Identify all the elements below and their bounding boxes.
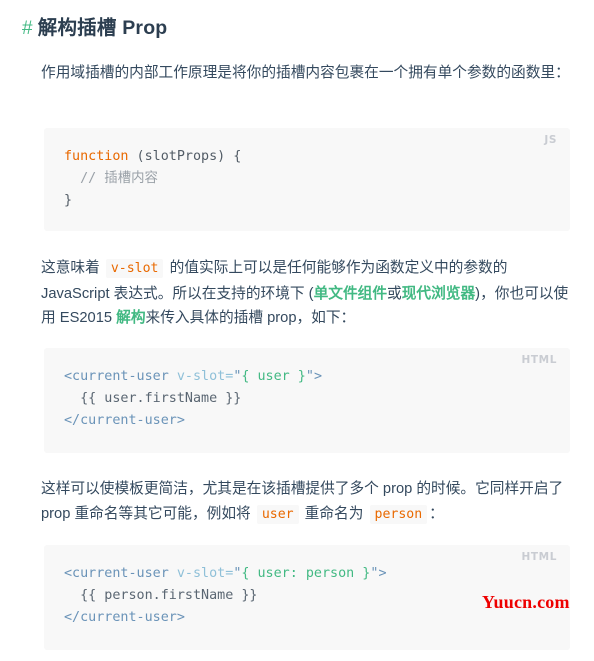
code-block-js: JS function (slotProps) { // 插槽内容 } bbox=[44, 128, 570, 231]
code-token-tag-open: <current-user bbox=[64, 369, 169, 384]
watermark: Yuucn.com bbox=[482, 592, 570, 612]
code-token-attr: v-slot= bbox=[168, 566, 234, 581]
page-title: # 解构插槽 Prop bbox=[22, 14, 167, 43]
code-token-attr: v-slot= bbox=[168, 369, 234, 384]
link-single-file-component[interactable]: 单文件组件 bbox=[314, 286, 387, 302]
heading-anchor-icon[interactable]: # bbox=[22, 18, 33, 39]
inline-code-person: person bbox=[369, 504, 428, 524]
code-lang-label: HTML bbox=[521, 354, 557, 366]
code-token-tag-bracket: > bbox=[313, 369, 322, 384]
code-token-string: { user: person } bbox=[241, 566, 371, 581]
code-lang-label: JS bbox=[544, 134, 557, 146]
paragraph-renaming: 这样可以使模板更简洁，尤其是在该插槽提供了多个 prop 的时候。它同样开启了 … bbox=[41, 477, 571, 527]
link-modern-browsers[interactable]: 现代浏览器 bbox=[402, 286, 475, 302]
inline-code-user: user bbox=[256, 504, 299, 524]
inline-code-v-slot: v-slot bbox=[105, 259, 164, 278]
article-page: # 解构插槽 Prop 作用域插槽的内部工作原理是将你的插槽内容包裹在一个拥有单个… bbox=[0, 0, 594, 661]
code-token-brace-close: } bbox=[64, 193, 73, 208]
code-token-interpolation: {{ person.firstName }} bbox=[64, 588, 258, 603]
paragraph-explanation-conj: 或 bbox=[387, 285, 402, 302]
code-block-html-destructured: HTML <current-user v-slot="{ user }"> {{… bbox=[44, 348, 570, 453]
code-token-keyword: function bbox=[64, 149, 129, 164]
paragraph-renaming-mid: 重命名为 bbox=[300, 505, 368, 522]
code-token-comment: // 插槽内容 bbox=[64, 171, 158, 186]
code-token-string: { user } bbox=[241, 369, 306, 384]
code-token-interpolation: {{ user.firstName }} bbox=[64, 391, 242, 406]
paragraph-intro: 作用域插槽的内部工作原理是将你的插槽内容包裹在一个拥有单个参数的函数里： bbox=[41, 61, 571, 86]
paragraph-renaming-tail: ： bbox=[429, 505, 444, 522]
paragraph-explanation: 这意味着 v-slot 的值实际上可以是任何能够作为函数定义中的参数的 Java… bbox=[41, 256, 571, 331]
code-lang-label: HTML bbox=[521, 551, 557, 563]
page-title-text: 解构插槽 Prop bbox=[37, 17, 168, 39]
code-content-html-destructured[interactable]: <current-user v-slot="{ user }"> {{ user… bbox=[44, 366, 570, 432]
code-token-tag-close: </current-user> bbox=[64, 610, 185, 625]
code-token-tag-open: <current-user bbox=[64, 566, 169, 581]
code-token-signature: (slotProps) { bbox=[128, 149, 242, 164]
paragraph-explanation-tail: 来传入具体的插槽 prop，如下： bbox=[145, 310, 356, 326]
code-token-quote-close: " bbox=[305, 369, 314, 384]
link-destructuring[interactable]: 解构 bbox=[116, 310, 145, 326]
paragraph-intro-text: 作用域插槽的内部工作原理是将你的插槽内容包裹在一个拥有单个参数的函数里： bbox=[41, 65, 570, 81]
code-token-tag-close: </current-user> bbox=[64, 413, 185, 428]
code-content-js[interactable]: function (slotProps) { // 插槽内容 } bbox=[44, 146, 570, 212]
code-token-tag-bracket: > bbox=[378, 566, 387, 581]
paragraph-explanation-lead: 这意味着 bbox=[41, 260, 104, 276]
